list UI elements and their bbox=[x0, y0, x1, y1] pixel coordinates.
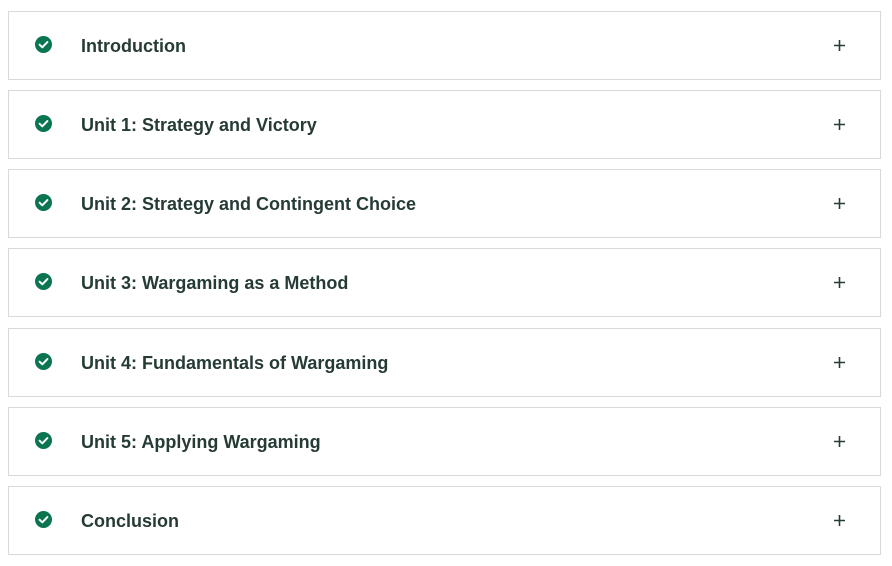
accordion-item-unit-2[interactable]: Unit 2: Strategy and Contingent Choice bbox=[8, 169, 881, 238]
plus-icon[interactable] bbox=[833, 118, 846, 131]
accordion-item-title: Unit 3: Wargaming as a Method bbox=[81, 273, 349, 293]
check-circle-icon bbox=[35, 432, 52, 449]
check-circle-icon bbox=[35, 353, 52, 370]
accordion-item-unit-5[interactable]: Unit 5: Applying Wargaming bbox=[8, 407, 881, 476]
accordion-item-title: Unit 4: Fundamentals of Wargaming bbox=[81, 353, 389, 373]
check-circle-icon bbox=[35, 511, 52, 528]
check-circle-icon bbox=[35, 194, 52, 211]
check-circle-icon bbox=[35, 273, 52, 290]
accordion-item-unit-4[interactable]: Unit 4: Fundamentals of Wargaming bbox=[8, 328, 881, 397]
accordion-item-title: Introduction bbox=[81, 36, 186, 56]
accordion-item-unit-3[interactable]: Unit 3: Wargaming as a Method bbox=[8, 248, 881, 317]
plus-icon[interactable] bbox=[833, 39, 846, 52]
plus-icon[interactable] bbox=[833, 197, 846, 210]
check-circle-icon bbox=[35, 115, 52, 132]
plus-icon[interactable] bbox=[833, 435, 846, 448]
accordion-item-title: Unit 2: Strategy and Contingent Choice bbox=[81, 194, 417, 214]
accordion-item-title: Unit 5: Applying Wargaming bbox=[81, 432, 321, 452]
plus-icon[interactable] bbox=[833, 514, 846, 527]
accordion-item-introduction[interactable]: Introduction bbox=[8, 11, 881, 80]
check-circle-icon bbox=[35, 36, 52, 53]
accordion-item-title: Conclusion bbox=[81, 511, 179, 531]
accordion-item-title: Unit 1: Strategy and Victory bbox=[81, 115, 317, 135]
course-accordion: Introduction Unit 1: Strategy and Victor… bbox=[0, 0, 892, 566]
accordion-item-conclusion[interactable]: Conclusion bbox=[8, 486, 881, 555]
plus-icon[interactable] bbox=[833, 356, 846, 369]
plus-icon[interactable] bbox=[833, 276, 846, 289]
accordion-item-unit-1[interactable]: Unit 1: Strategy and Victory bbox=[8, 90, 881, 159]
